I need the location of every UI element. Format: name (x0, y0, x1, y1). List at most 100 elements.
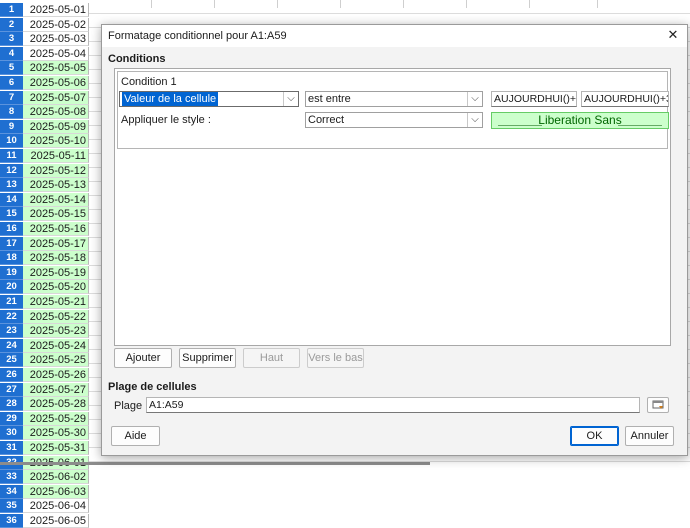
row-header[interactable]: 8 (0, 105, 23, 120)
value1-input[interactable]: AUJOURDHUI()+1 (491, 91, 577, 107)
cell-a[interactable]: 2025-05-05 (23, 61, 89, 76)
cell-a[interactable]: 2025-05-24 (23, 338, 89, 353)
row-header[interactable]: 30 (0, 426, 23, 441)
cell-a[interactable]: 2025-05-02 (23, 17, 89, 32)
move-down-button[interactable]: Vers le bas (307, 348, 364, 368)
conditional-formatting-dialog: Formatage conditionnel pour A1:A59 ✕ Con… (101, 24, 688, 456)
cell-a[interactable]: 2025-05-06 (23, 76, 89, 90)
cell-a[interactable]: 2025-05-28 (23, 397, 89, 412)
row-header[interactable]: 34 (0, 484, 23, 499)
ok-button[interactable]: OK (570, 426, 619, 446)
cell-a[interactable]: 2025-05-16 (23, 222, 89, 236)
row-header[interactable]: 15 (0, 207, 23, 222)
row-header[interactable]: 22 (0, 309, 23, 324)
chevron-down-icon: ⌵ (467, 113, 482, 127)
cell-a[interactable]: 2025-05-22 (23, 309, 89, 324)
cancel-button[interactable]: Annuler (625, 426, 674, 446)
row-header[interactable]: 25 (0, 353, 23, 368)
cell-a[interactable]: 2025-05-18 (23, 251, 89, 266)
cell-a[interactable]: 2025-06-04 (23, 499, 89, 514)
move-up-button[interactable]: Haut (243, 348, 300, 368)
row-header[interactable]: 14 (0, 192, 23, 207)
row-header[interactable]: 2 (0, 17, 23, 32)
row-header[interactable]: 16 (0, 222, 23, 236)
row-header[interactable]: 5 (0, 61, 23, 76)
range-heading: Plage de cellules (108, 381, 197, 393)
shrink-range-button[interactable] (647, 397, 669, 413)
row-header[interactable]: 4 (0, 46, 23, 61)
cell-a[interactable]: 2025-05-12 (23, 163, 89, 178)
close-icon[interactable]: ✕ (665, 27, 681, 43)
conditions-list[interactable]: Condition 1 Valeur de la cellule ⌵ est e… (114, 68, 671, 346)
row-header[interactable]: 19 (0, 265, 23, 280)
cell-a[interactable]: 2025-05-26 (23, 368, 89, 382)
cell-a[interactable]: 2025-06-03 (23, 484, 89, 499)
remove-button[interactable]: Supprimer (179, 348, 236, 368)
value2-input[interactable]: AUJOURDHUI()+30 (581, 91, 669, 107)
row-header[interactable]: 24 (0, 338, 23, 353)
row-header[interactable]: 17 (0, 236, 23, 251)
row-header[interactable]: 11 (0, 149, 23, 163)
row-header[interactable]: 26 (0, 368, 23, 382)
row-header[interactable]: 21 (0, 295, 23, 309)
style-dropdown[interactable]: Correct ⌵ (305, 112, 483, 128)
row-header[interactable]: 20 (0, 280, 23, 295)
operator-dropdown[interactable]: est entre ⌵ (305, 91, 483, 107)
row-header[interactable]: 1 (0, 3, 23, 17)
cell-a[interactable]: 2025-05-11 (23, 149, 89, 163)
cell-a[interactable]: 2025-05-09 (23, 119, 89, 134)
cell-a[interactable]: 2025-05-14 (23, 192, 89, 207)
condition-label: Condition 1 (121, 76, 177, 88)
cell-a[interactable]: 2025-05-21 (23, 295, 89, 309)
row-header[interactable]: 27 (0, 382, 23, 397)
row-header[interactable]: 35 (0, 499, 23, 514)
cell-a[interactable]: 2025-05-20 (23, 280, 89, 295)
cell-a[interactable]: 2025-05-27 (23, 382, 89, 397)
condition-type-dropdown[interactable]: Valeur de la cellule ⌵ (119, 91, 299, 107)
row-header[interactable]: 10 (0, 134, 23, 149)
row-header[interactable]: 29 (0, 411, 23, 426)
cell-a[interactable]: 2025-05-19 (23, 265, 89, 280)
row-header[interactable]: 3 (0, 32, 23, 47)
cell-a[interactable]: 2025-05-15 (23, 207, 89, 222)
row-header[interactable]: 18 (0, 251, 23, 266)
cell-a[interactable]: 2025-05-03 (23, 32, 89, 47)
apply-style-label: Appliquer le style : (121, 114, 211, 126)
operator-value: est entre (308, 93, 351, 105)
style-preview-text: Liberation Sans (538, 113, 622, 127)
row-header[interactable]: 7 (0, 90, 23, 105)
row-header[interactable]: 28 (0, 397, 23, 412)
condition-entry[interactable]: Condition 1 Valeur de la cellule ⌵ est e… (117, 71, 669, 149)
condition-type-value: Valeur de la cellule (122, 92, 219, 106)
cell-a[interactable]: 2025-05-17 (23, 236, 89, 251)
cell-a[interactable]: 2025-05-10 (23, 134, 89, 149)
cell-a[interactable]: 2025-05-31 (23, 441, 89, 455)
row-header[interactable]: 13 (0, 178, 23, 193)
cell-a[interactable]: 2025-06-02 (23, 470, 89, 485)
cell-a[interactable]: 2025-05-07 (23, 90, 89, 105)
cell-a[interactable]: 2025-05-29 (23, 411, 89, 426)
row-header[interactable]: 31 (0, 441, 23, 455)
horizontal-scrollbar[interactable] (0, 462, 430, 465)
row-header[interactable]: 36 (0, 514, 23, 528)
add-button[interactable]: Ajouter (114, 348, 172, 368)
cell-a[interactable]: 2025-06-05 (23, 514, 89, 528)
cell-a[interactable]: 2025-05-13 (23, 178, 89, 193)
cell-a[interactable]: 2025-05-23 (23, 324, 89, 339)
row-header[interactable]: 6 (0, 76, 23, 90)
row-header[interactable]: 33 (0, 470, 23, 485)
cell-a[interactable]: 2025-05-25 (23, 353, 89, 368)
row-header[interactable]: 9 (0, 119, 23, 134)
range-input[interactable]: A1:A59 (146, 397, 640, 413)
cell-a[interactable]: 2025-05-01 (23, 3, 89, 17)
help-button[interactable]: Aide (111, 426, 160, 446)
shrink-range-icon (652, 400, 664, 409)
row-header[interactable]: 23 (0, 324, 23, 339)
cell-a[interactable]: 2025-05-30 (23, 426, 89, 441)
row-header[interactable]: 12 (0, 163, 23, 178)
cell-a[interactable]: 2025-05-04 (23, 46, 89, 61)
chevron-down-icon: ⌵ (467, 92, 482, 106)
style-value: Correct (308, 114, 345, 126)
dialog-titlebar: Formatage conditionnel pour A1:A59 ✕ (102, 25, 687, 47)
cell-a[interactable]: 2025-05-08 (23, 105, 89, 120)
